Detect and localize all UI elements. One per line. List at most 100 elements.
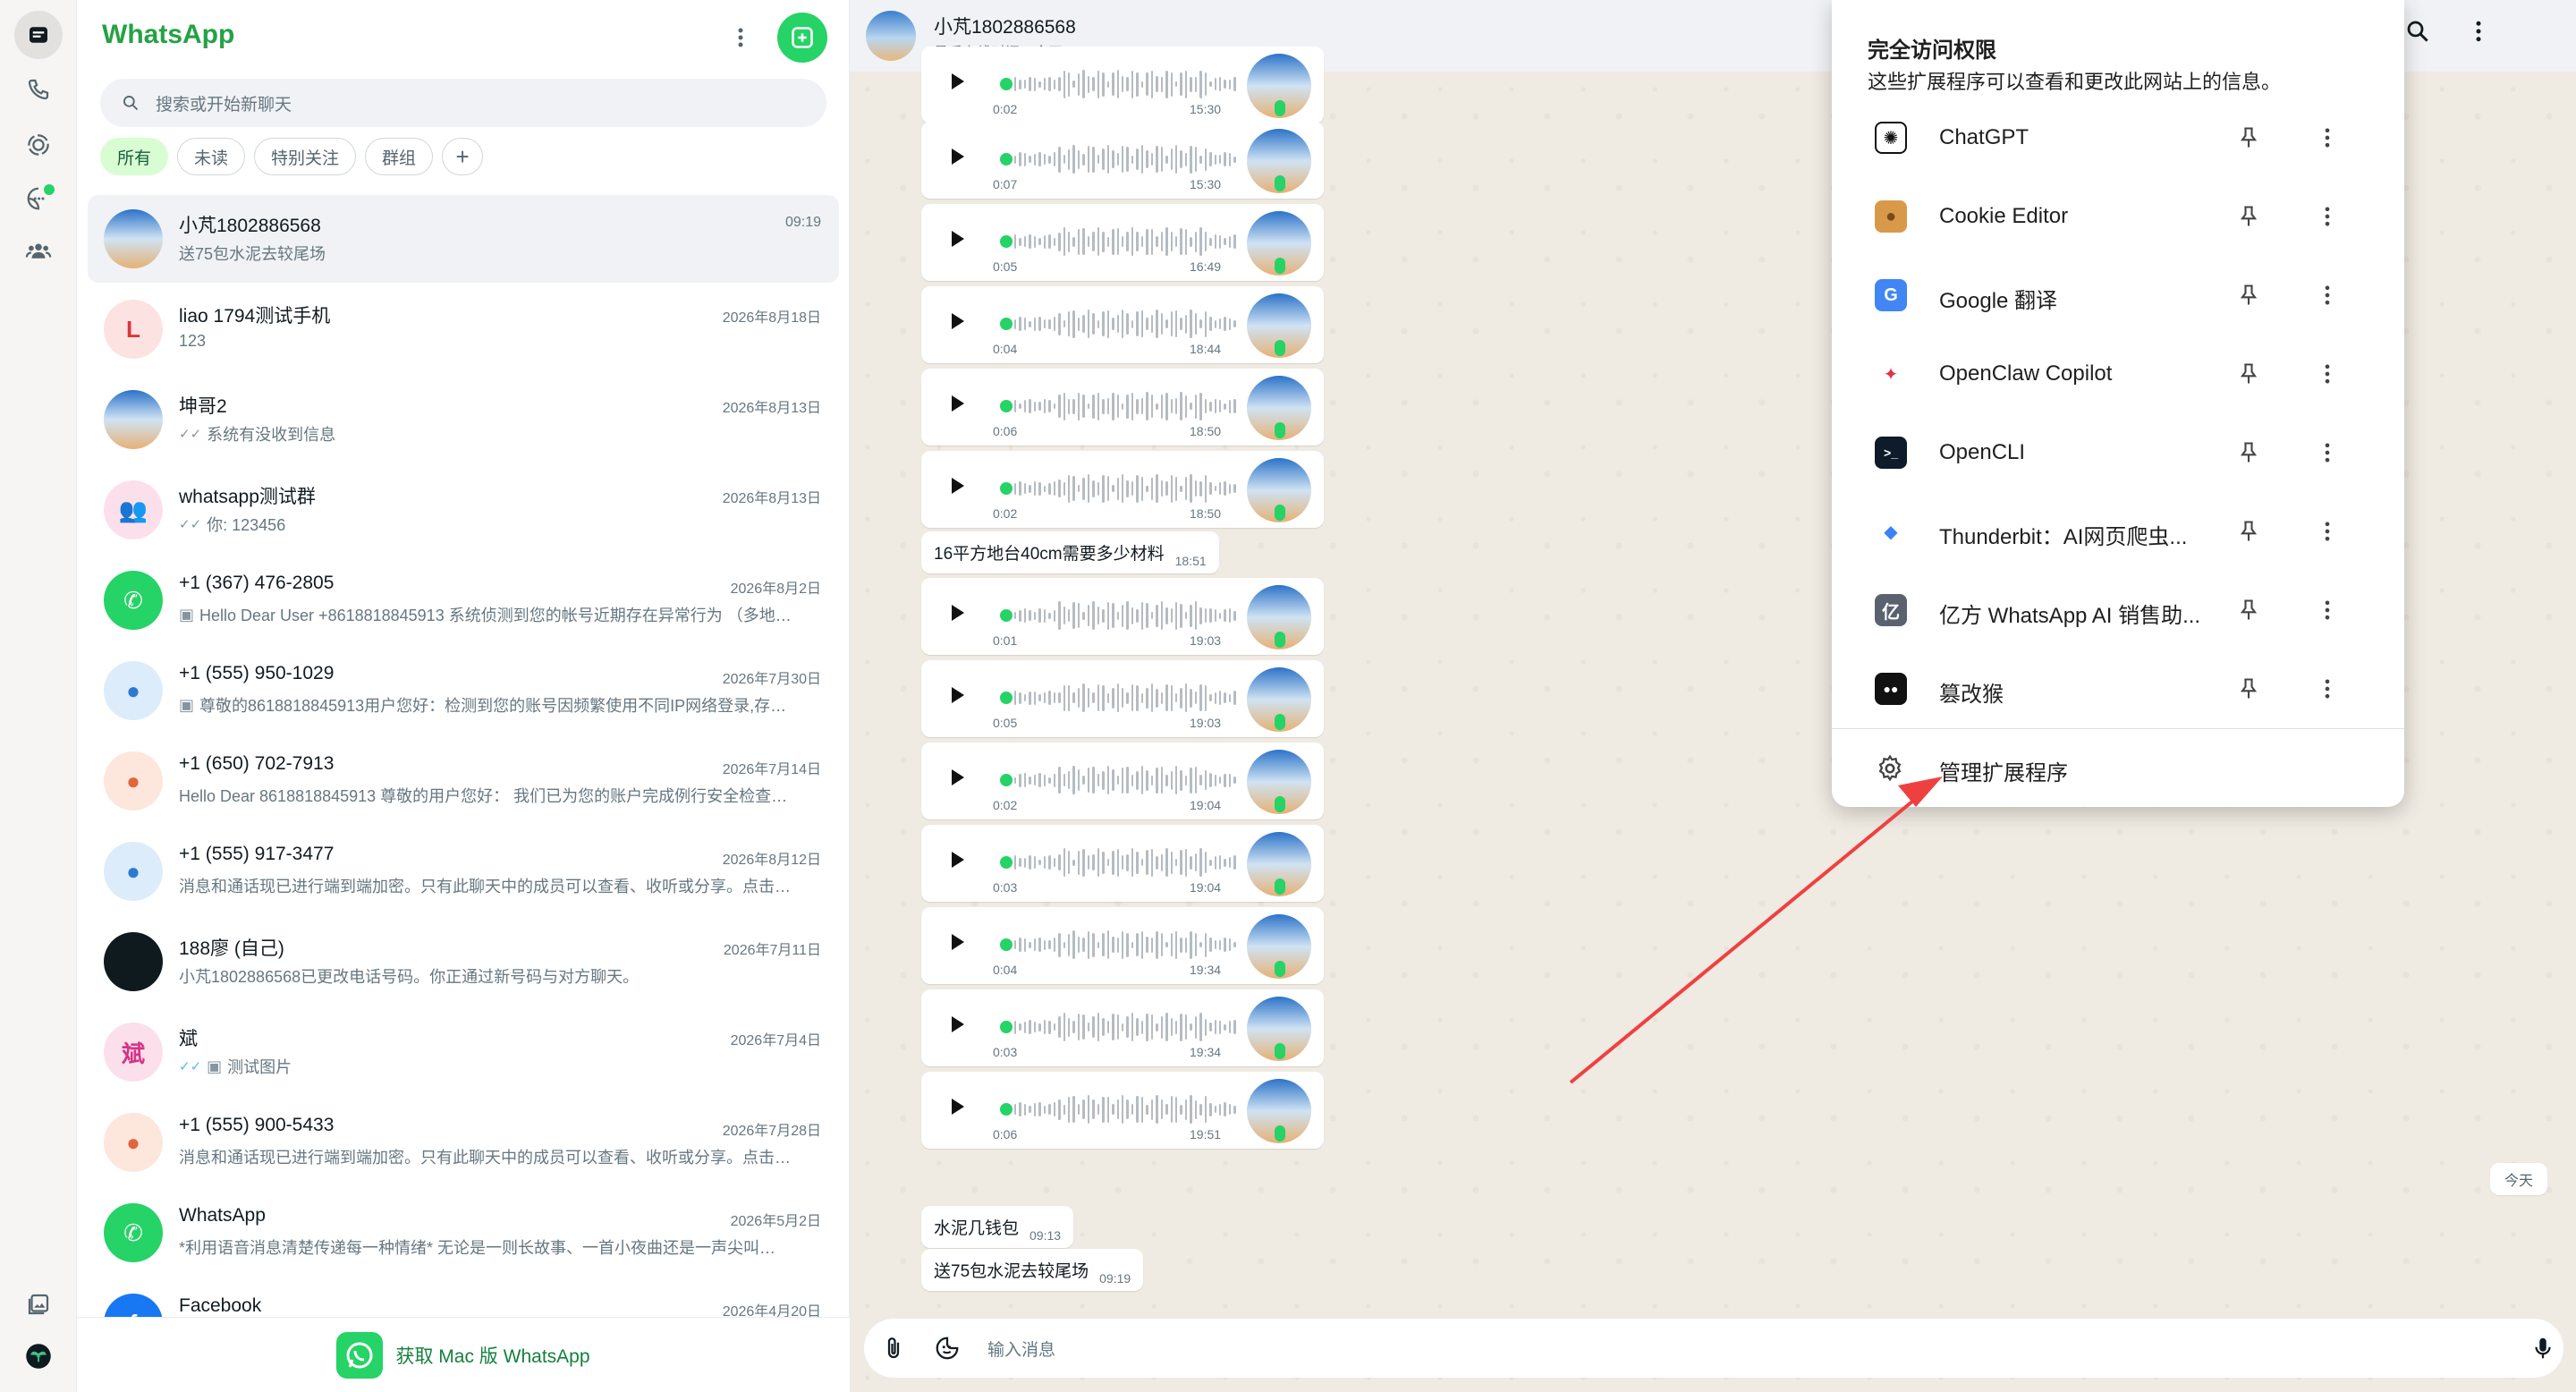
chat-list-item[interactable]: 👥 whatsapp测试群 2026年8月13日 ✓✓ 你: 123456 [88,466,839,554]
voice-message[interactable]: 0:03 19:34 [921,989,1324,1066]
pin-icon[interactable] [2236,440,2261,470]
filter-unread[interactable]: 未读 [177,138,246,175]
playhead-knob[interactable] [1000,774,1013,786]
chat-list-item[interactable]: 小芃1802886568 09:19 送75包水泥去较尾场 [88,195,839,283]
voice-message[interactable]: 0:05 16:49 [921,204,1324,281]
waveform[interactable] [1014,222,1236,261]
sticker-icon[interactable] [934,1335,961,1366]
play-icon[interactable] [952,149,964,165]
play-icon[interactable] [952,687,964,703]
voice-message[interactable]: 0:04 18:44 [921,286,1324,363]
playhead-knob[interactable] [1000,1021,1013,1033]
chat-list-item[interactable]: ● +1 (555) 917-3477 2026年8月12日 消息和通话现已进行端到端… [88,828,839,915]
menu-icon[interactable] [723,20,758,55]
contact-avatar[interactable] [866,11,916,61]
pin-icon[interactable] [2236,676,2261,706]
chat-list-item[interactable]: 188廖 (自己) 2026年7月11日 小芃1802886568已更改电话号码。你… [88,918,839,1006]
pin-icon[interactable] [2236,361,2261,391]
play-icon[interactable] [952,605,964,621]
waveform[interactable] [1014,843,1236,882]
play-icon[interactable] [952,769,964,785]
waveform[interactable] [1014,760,1236,800]
waveform[interactable] [1014,1090,1236,1129]
microphone-icon[interactable] [2529,1335,2556,1366]
voice-message[interactable]: 0:02 15:30 [921,47,1324,123]
more-options-icon[interactable] [2315,204,2340,233]
playhead-knob[interactable] [1000,609,1013,622]
voice-message[interactable]: 0:02 18:50 [921,451,1324,528]
search-icon[interactable] [2404,18,2431,49]
get-mac-app-link[interactable]: 获取 Mac 版 WhatsApp [77,1317,850,1392]
filter-all[interactable]: 所有 [100,138,169,175]
voice-message[interactable]: 0:06 18:50 [921,369,1324,446]
more-options-icon[interactable] [2315,283,2340,312]
pin-icon[interactable] [2236,519,2261,548]
waveform[interactable] [1014,678,1236,717]
more-options-icon[interactable] [2315,125,2340,155]
pin-icon[interactable] [2236,283,2261,312]
more-options-icon[interactable] [2315,519,2340,548]
chat-list-item[interactable]: ● +1 (555) 900-5433 2026年7月28日 消息和通话现已进行端到端… [88,1099,839,1186]
waveform[interactable] [1014,596,1236,635]
chat-list-item[interactable]: 坤哥2 2026年8月13日 ✓✓ 系统有没收到信息 [88,376,839,463]
play-icon[interactable] [952,852,964,868]
play-icon[interactable] [952,313,964,329]
extension-item[interactable]: ● Cookie Editor [1832,177,2404,256]
playhead-knob[interactable] [1000,153,1013,166]
chat-list-item[interactable]: Lliao 1794测试手机 2026年8月18日 123 [88,285,839,373]
voice-message[interactable]: 0:03 19:04 [921,825,1324,902]
voice-message[interactable]: 0:05 19:03 [921,660,1324,737]
chat-list-item[interactable]: ✆ +1 (367) 476-2805 2026年8月2日 ▣ Hello Dear U… [88,556,839,644]
extension-item[interactable]: G Google 翻译 [1832,256,2404,335]
attach-icon[interactable] [880,1335,907,1366]
playhead-knob[interactable] [1000,938,1013,951]
more-options-icon[interactable] [2315,598,2340,627]
voice-message[interactable]: 0:04 19:34 [921,907,1324,984]
calls-icon[interactable] [21,72,56,107]
menu-icon[interactable] [2465,18,2492,49]
playhead-knob[interactable] [1000,482,1013,495]
playhead-knob[interactable] [1000,692,1013,704]
channels-icon[interactable] [21,181,56,216]
play-icon[interactable] [952,1099,964,1115]
filter-groups[interactable]: 群组 [365,138,434,175]
chat-list-item[interactable]: ● +1 (650) 702-7913 2026年7月14日 Hello Dear 8… [88,737,839,825]
waveform[interactable] [1014,304,1236,344]
text-message[interactable]: 送75包水泥去较尾场 09:19 [921,1249,1144,1291]
play-icon[interactable] [952,1016,964,1032]
chat-list-item[interactable]: ✆ WhatsApp 2026年5月2日 *利用语音消息清楚传递每一种情绪* 无论是一… [88,1189,839,1277]
play-icon[interactable] [952,934,964,950]
waveform[interactable] [1014,1007,1236,1047]
more-options-icon[interactable] [2315,361,2340,391]
search-input[interactable]: 搜索或开始新聊天 [100,79,826,127]
new-chat-button[interactable] [777,13,827,63]
waveform[interactable] [1014,469,1236,508]
extension-item[interactable]: ◆ Thunderbit：AI网页爬虫... [1832,492,2404,571]
waveform[interactable] [1014,386,1236,426]
pin-icon[interactable] [2236,204,2261,233]
extension-item[interactable]: ✦ OpenClaw Copilot [1832,335,2404,413]
voice-message[interactable]: 0:02 19:04 [921,743,1324,819]
extension-item[interactable]: ✺ ChatGPT [1832,98,2404,177]
voice-message[interactable]: 0:01 19:03 [921,578,1324,655]
play-icon[interactable] [952,231,964,247]
add-filter-button[interactable]: + [442,138,484,175]
media-icon[interactable] [21,1286,56,1322]
message-composer[interactable]: 输入消息 [864,1319,2563,1378]
playhead-knob[interactable] [1000,78,1013,90]
playhead-knob[interactable] [1000,235,1013,248]
waveform[interactable] [1014,925,1236,964]
chat-list-item[interactable]: 斌斌 2026年7月4日 ✓✓ ▣ 测试图片 [88,1008,839,1096]
voice-message[interactable]: 0:07 15:30 [921,122,1324,199]
extension-item[interactable]: >_ OpenCLI [1832,413,2404,492]
voice-message[interactable]: 0:06 19:51 [921,1072,1324,1149]
more-options-icon[interactable] [2315,440,2340,470]
communities-icon[interactable] [21,233,56,268]
text-message[interactable]: 16平方地台40cm需要多少材料 18:51 [921,531,1219,573]
play-icon[interactable] [952,73,964,89]
status-icon[interactable] [21,127,56,163]
playhead-knob[interactable] [1000,856,1013,869]
waveform[interactable] [1014,64,1236,104]
pin-icon[interactable] [2236,125,2261,155]
pin-icon[interactable] [2236,598,2261,627]
